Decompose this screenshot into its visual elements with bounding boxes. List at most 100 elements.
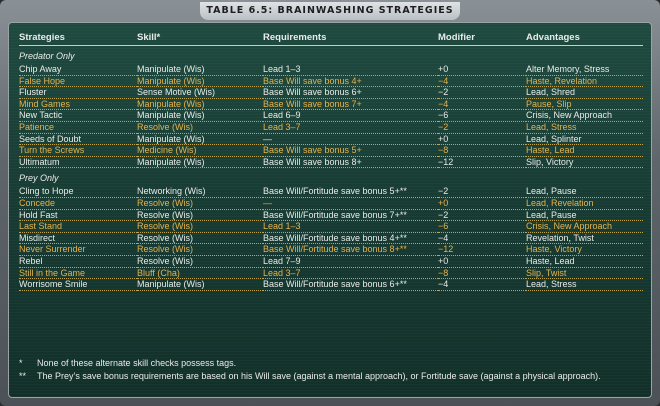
cell-requirements: Base Will/Fortitude save bonus 6+**	[263, 278, 438, 291]
cell-modifier: +0	[438, 255, 526, 268]
cell-skill: Resolve (Wis)	[137, 220, 263, 233]
cell-modifier: −12	[438, 156, 526, 169]
header-advantages: Advantages	[526, 31, 643, 46]
cell-strategy: Still in the Game	[19, 267, 137, 280]
cell-modifier: −4	[438, 278, 526, 291]
cell-modifier: −6	[438, 109, 526, 122]
table-row: Ultimatum Manipulate (Wis) Base Will save …	[19, 156, 643, 169]
cell-advantages: Lead, Stress	[526, 278, 643, 291]
header-row: Strategies Skill* Requirements Modifier …	[19, 31, 643, 46]
cell-advantages: Lead, Pause	[526, 186, 643, 198]
cell-modifier: −8	[438, 144, 526, 157]
cell-strategy: Patience	[19, 121, 137, 134]
header-modifier: Modifier	[438, 31, 526, 46]
cell-strategy: Last Stand	[19, 220, 137, 233]
cell-strategy: Worrisome Smile	[19, 278, 137, 291]
footnote: * None of these alternate skill checks po…	[19, 357, 649, 370]
cell-advantages: Slip, Twist	[526, 267, 643, 280]
cell-skill: Resolve (Wis)	[137, 121, 263, 134]
table-row: Concede Resolve (Wis) — +0 Lead, Revelation	[19, 197, 643, 210]
cell-requirements: Lead 1–3	[263, 220, 438, 233]
cell-requirements: Base Will save bonus 6+	[263, 86, 438, 99]
cell-skill: Resolve (Wis)	[137, 209, 263, 222]
cell-strategy: Never Surrender	[19, 243, 137, 256]
cell-modifier: +0	[438, 197, 526, 210]
cell-requirements: Base Will save bonus 8+	[263, 156, 438, 169]
footnote-text: None of these alternate skill checks pos…	[37, 358, 237, 368]
section-label: Predator Only	[19, 51, 75, 61]
cell-advantages: Haste, Lead	[526, 255, 643, 268]
cell-strategy: Hold Fast	[19, 209, 137, 222]
table-panel: Strategies Skill* Requirements Modifier …	[8, 22, 652, 398]
table-frame: TABLE 6.5: BRAINWASHING STRATEGIES Strat…	[0, 0, 660, 406]
cell-requirements: Base Will/Fortitude save bonus 8+**	[263, 243, 438, 256]
section-heading-row: Prey Only	[19, 168, 643, 187]
cell-requirements: Base Will save bonus 7+	[263, 98, 438, 111]
header-requirements: Requirements	[263, 31, 438, 46]
cell-requirements: Lead 7–9	[263, 255, 438, 268]
table-row: Worrisome Smile Manipulate (Wis) Base Will…	[19, 278, 643, 291]
footnote-text: The Prey’s save bonus requirements are b…	[37, 371, 601, 381]
cell-advantages: Haste, Revelation	[526, 75, 643, 88]
cell-requirements: Lead 6–9	[263, 109, 438, 122]
cell-advantages: Haste, Victory	[526, 243, 643, 256]
cell-strategy: False Hope	[19, 75, 137, 88]
cell-requirements: Base Will/Fortitude save bonus 4+**	[263, 232, 438, 245]
cell-modifier: −2	[438, 186, 526, 198]
section-label: Prey Only	[19, 173, 59, 184]
cell-requirements: Lead 1–3	[263, 64, 438, 76]
cell-skill: Manipulate (Wis)	[137, 133, 263, 146]
header-strategies: Strategies	[19, 31, 137, 46]
table-row: Last Stand Resolve (Wis) Lead 1–3 −6 Crisis,…	[19, 220, 643, 233]
cell-strategy: Ultimatum	[19, 156, 137, 169]
cell-modifier: +0	[438, 64, 526, 76]
cell-strategy: Fluster	[19, 86, 137, 99]
table-row: Hold Fast Resolve (Wis) Base Will/Fortitud…	[19, 209, 643, 222]
table-row: False Hope Manipulate (Wis) Base Will save…	[19, 75, 643, 88]
cell-strategy: Concede	[19, 197, 137, 210]
cell-advantages: Alter Memory, Stress	[526, 64, 643, 76]
cell-skill: Manipulate (Wis)	[137, 98, 263, 111]
table-row: Fluster Sense Motive (Wis) Base Will save …	[19, 86, 643, 99]
cell-advantages: Pause, Slip	[526, 98, 643, 111]
cell-advantages: Crisis, New Approach	[526, 220, 643, 233]
cell-modifier: −12	[438, 243, 526, 256]
table-row: Chip Away Manipulate (Wis) Lead 1–3 +0 Alter…	[19, 64, 643, 76]
cell-modifier: −4	[438, 98, 526, 111]
cell-strategy: Cling to Hope	[19, 186, 137, 198]
cell-strategy: Turn the Screws	[19, 144, 137, 157]
footnote-mark: *	[19, 358, 23, 368]
cell-skill: Bluff (Cha)	[137, 267, 263, 280]
footnotes: * None of these alternate skill checks po…	[19, 357, 649, 383]
header-skill: Skill*	[137, 31, 263, 46]
cell-skill: Manipulate (Wis)	[137, 109, 263, 122]
section-heading-row: Predator Only	[19, 46, 643, 65]
table-row: Never Surrender Resolve (Wis) Base Will/Fo…	[19, 243, 643, 256]
cell-skill: Manipulate (Wis)	[137, 278, 263, 291]
table-row: Cling to Hope Networking (Wis) Base Will/F…	[19, 186, 643, 198]
cell-advantages: Lead, Pause	[526, 209, 643, 222]
cell-skill: Resolve (Wis)	[137, 255, 263, 268]
table-row: Patience Resolve (Wis) Lead 3–7 −2 Lead, Str…	[19, 121, 643, 134]
cell-advantages: Lead, Splinter	[526, 133, 643, 146]
cell-strategy: New Tactic	[19, 109, 137, 122]
strategies-table: Strategies Skill* Requirements Modifier …	[19, 31, 643, 291]
cell-requirements: —	[263, 197, 438, 210]
cell-skill: Resolve (Wis)	[137, 232, 263, 245]
cell-advantages: Haste, Lead	[526, 144, 643, 157]
cell-modifier: −2	[438, 86, 526, 99]
cell-strategy: Chip Away	[19, 64, 137, 76]
cell-modifier: −2	[438, 121, 526, 134]
cell-requirements: Lead 3–7	[263, 121, 438, 134]
cell-requirements: Base Will/Fortitude save bonus 7+**	[263, 209, 438, 222]
cell-strategy: Mind Games	[19, 98, 137, 111]
table-row: Rebel Resolve (Wis) Lead 7–9 +0 Haste, Lead	[19, 255, 643, 268]
footnote: ** The Prey’s save bonus requirements are…	[19, 370, 649, 383]
cell-advantages: Crisis, New Approach	[526, 109, 643, 122]
cell-modifier: −4	[438, 75, 526, 88]
cell-skill: Networking (Wis)	[137, 186, 263, 198]
table-title: TABLE 6.5: BRAINWASHING STRATEGIES	[200, 2, 460, 20]
table-row: Mind Games Manipulate (Wis) Base Will save…	[19, 98, 643, 111]
cell-skill: Sense Motive (Wis)	[137, 86, 263, 99]
cell-strategy: Seeds of Doubt	[19, 133, 137, 146]
